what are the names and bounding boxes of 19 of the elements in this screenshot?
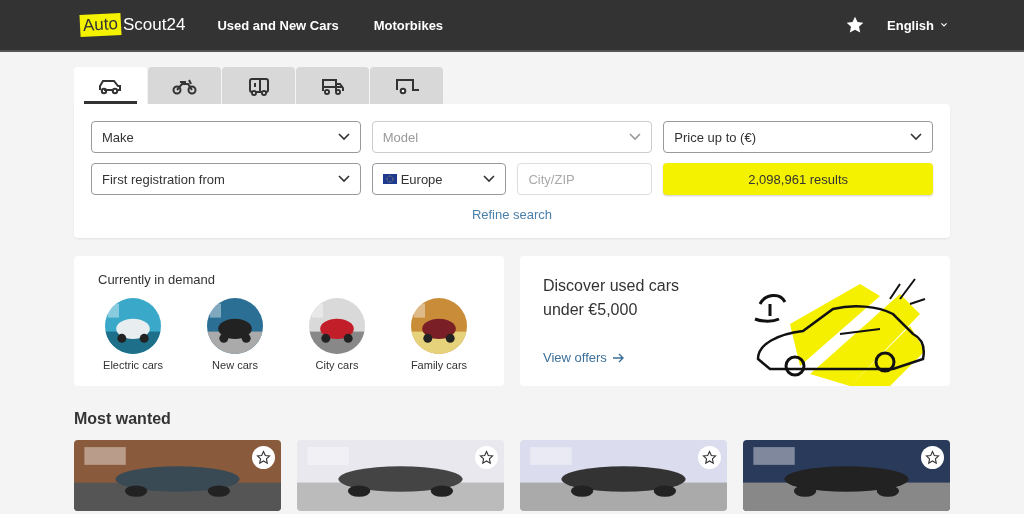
nav-link[interactable]: Used and New Cars: [217, 17, 339, 33]
results-button[interactable]: 2,098,961 results: [663, 163, 933, 195]
zip-field[interactable]: City/ZIP: [517, 163, 653, 195]
dropdown[interactable]: Price up to (€): [663, 121, 933, 153]
section-title: Most wanted: [74, 410, 172, 428]
refine-search-link[interactable]: Refine search: [471, 207, 553, 222]
dropdown[interactable]: First registration from: [91, 163, 361, 195]
country-dropdown[interactable]: Europe: [371, 163, 507, 195]
logo[interactable]: Auto Scout24: [80, 14, 186, 36]
category-link[interactable]: Electric cars: [98, 298, 168, 371]
promo-title: Discover used cars under €5,000: [543, 276, 681, 320]
dropdown[interactable]: Make: [91, 121, 361, 153]
view-offers-link[interactable]: View offers: [543, 350, 703, 365]
category-link[interactable]: Family cars: [404, 298, 474, 371]
nav-link[interactable]: Motorbikes: [373, 17, 444, 33]
section-title: Currently in demand: [98, 272, 217, 287]
category-link[interactable]: New cars: [200, 298, 270, 371]
category-link[interactable]: City cars: [302, 298, 372, 371]
language-selector[interactable]: English: [887, 17, 950, 33]
